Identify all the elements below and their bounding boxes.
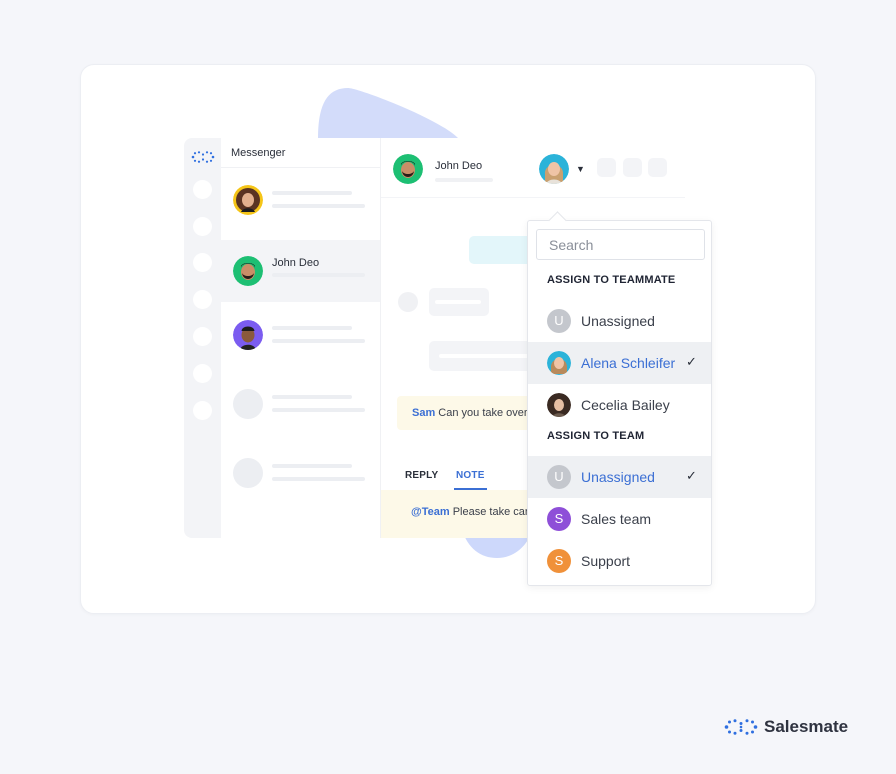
conversation-list: Messenger John Deo (221, 138, 380, 538)
check-icon: ✓ (686, 354, 697, 369)
internal-note-message: Sam Can you take over this (397, 396, 547, 430)
teammate-option-alena[interactable]: Alena Schleifer ✓ (528, 342, 711, 384)
assign-dropdown: ASSIGN TO TEAMMATE U Unassigned Alena Sc… (527, 220, 712, 586)
teammate-option-unassigned[interactable]: U Unassigned (528, 300, 711, 342)
preview-line (272, 464, 352, 468)
option-label: Support (581, 553, 631, 569)
conversation-item-active[interactable]: John Deo (221, 240, 380, 302)
message-bubble (429, 288, 489, 316)
preview-line (272, 408, 365, 412)
nav-item[interactable] (193, 253, 212, 272)
nav-item[interactable] (193, 401, 212, 420)
contact-subtitle (435, 178, 493, 182)
option-label: Unassigned (581, 469, 655, 485)
avatar (233, 320, 263, 350)
section-heading-teammate: ASSIGN TO TEAMMATE (547, 274, 676, 286)
preview-line (272, 273, 365, 277)
assign-dropdown-caret-icon[interactable]: ▼ (576, 164, 585, 174)
teammate-avatar (547, 351, 571, 375)
sender-avatar-placeholder (398, 292, 418, 312)
note-mention: Sam (412, 407, 436, 419)
conversation-name: John Deo (272, 257, 320, 269)
teammate-avatar (547, 393, 571, 417)
check-icon: ✓ (686, 468, 697, 483)
preview-line (272, 477, 365, 481)
nav-item[interactable] (193, 327, 212, 346)
list-title: Messenger (221, 138, 380, 168)
assignee-avatar[interactable] (539, 154, 569, 184)
brand-name: Salesmate (764, 717, 849, 736)
nav-item[interactable] (193, 290, 212, 309)
option-label: Unassigned (581, 313, 655, 329)
team-badge-icon: S (547, 549, 571, 573)
tab-note[interactable]: NOTE (454, 470, 487, 490)
option-label: Cecelia Bailey (581, 397, 670, 413)
conversation-item[interactable] (221, 304, 380, 366)
header-action-button[interactable] (648, 158, 667, 177)
message-bubble (429, 341, 539, 371)
header-action-button[interactable] (623, 158, 642, 177)
preview-line (272, 204, 365, 208)
contact-avatar (393, 154, 423, 184)
avatar-placeholder (233, 389, 263, 419)
contact-name: John Deo (435, 160, 483, 172)
option-label: Sales team (581, 511, 652, 527)
avatar-placeholder (233, 458, 263, 488)
preview-line (272, 339, 365, 343)
teammate-option-cecelia[interactable]: Cecelia Bailey (528, 384, 711, 426)
section-heading-team: ASSIGN TO TEAM (547, 430, 645, 442)
option-label: Alena Schleifer (581, 355, 676, 371)
tab-reply[interactable]: REPLY (405, 470, 438, 481)
assign-search-input[interactable] (536, 229, 705, 260)
header-action-button[interactable] (597, 158, 616, 177)
avatar (233, 256, 263, 286)
nav-rail (184, 138, 221, 538)
unassigned-badge-icon: U (547, 309, 571, 333)
team-option-unassigned[interactable]: U Unassigned ✓ (528, 456, 711, 498)
salesmate-logo-icon (191, 151, 215, 163)
conversation-item[interactable] (221, 169, 380, 231)
avatar (233, 185, 263, 215)
nav-item[interactable] (193, 364, 212, 383)
unassigned-badge-icon: U (547, 465, 571, 489)
nav-item[interactable] (193, 217, 212, 236)
preview-line (272, 191, 352, 195)
conversation-item[interactable] (221, 373, 380, 435)
team-option-sales[interactable]: S Sales team (528, 498, 711, 540)
preview-line (272, 395, 352, 399)
chat-header: John Deo ▼ (381, 138, 685, 198)
nav-item[interactable] (193, 180, 212, 199)
preview-line (272, 326, 352, 330)
team-badge-icon: S (547, 507, 571, 531)
composer-mention: @Team (411, 506, 450, 518)
salesmate-logo-icon (724, 719, 758, 735)
team-option-support[interactable]: S Support (528, 540, 711, 582)
conversation-item[interactable] (221, 442, 380, 504)
